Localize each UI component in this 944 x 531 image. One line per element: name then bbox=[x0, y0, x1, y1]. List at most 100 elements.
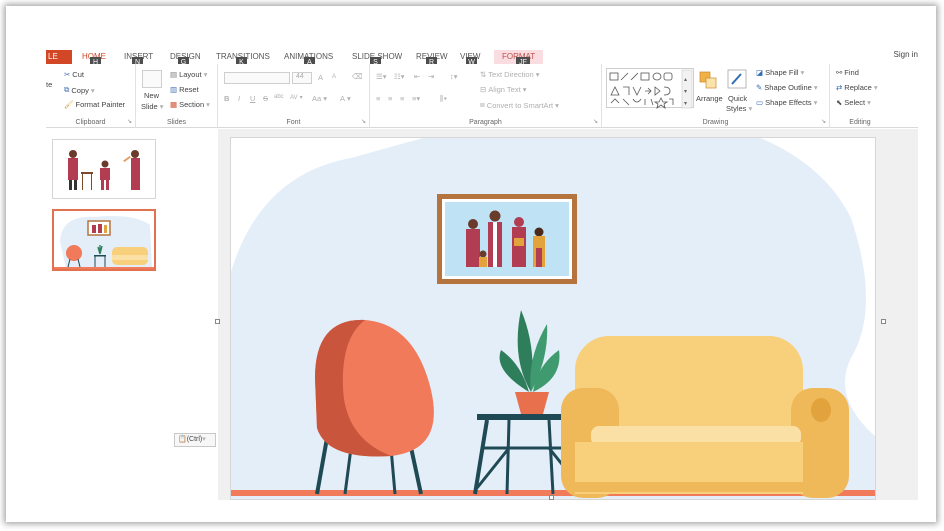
slide-thumbnail-1[interactable] bbox=[52, 139, 156, 199]
slides-group-label: Slides bbox=[166, 119, 187, 126]
new-slide-dropdown[interactable]: Slide ▾ bbox=[141, 102, 163, 111]
numbering-button[interactable]: ☷▾ bbox=[394, 72, 405, 81]
shape-outline-button[interactable]: ✎ Shape Outline ▾ bbox=[756, 83, 818, 92]
paragraph-launcher-icon[interactable]: ↘ bbox=[593, 118, 598, 125]
shrink-font-button[interactable]: A bbox=[332, 74, 336, 80]
arrange-button[interactable]: Arrange bbox=[696, 94, 723, 103]
sign-in-link[interactable]: Sign in bbox=[894, 50, 918, 59]
quick-styles-button[interactable]: Quick bbox=[728, 94, 747, 103]
find-button[interactable]: ⚯ Find bbox=[836, 68, 859, 77]
new-slide-icon bbox=[142, 70, 162, 88]
paint-bucket-icon: ◪ bbox=[756, 68, 764, 77]
reset-icon: ▥ bbox=[170, 85, 178, 94]
slide-thumbnail-panel: 📋(Ctrl)▾ bbox=[46, 129, 218, 500]
group-slides: New Slide ▾ ▤ Layout ▾ ▥ Reset ▦ Section ▾ Sli… bbox=[136, 64, 218, 128]
powerpoint-window: LE HOME INSERT DESIGN TRANSITIONS ANIMAT… bbox=[46, 42, 918, 500]
font-name-box[interactable] bbox=[224, 72, 290, 84]
clear-formatting-icon[interactable]: ⌫ bbox=[352, 72, 363, 81]
quick-styles-icon bbox=[726, 68, 748, 90]
resize-handle-bottom[interactable] bbox=[549, 495, 554, 500]
align-left-button[interactable]: ≡ bbox=[376, 94, 380, 103]
new-slide-button[interactable]: New bbox=[144, 91, 159, 100]
shapes-gallery-icons: ▴ ▾ ▾ bbox=[609, 69, 693, 109]
slide-thumbnail-2[interactable] bbox=[52, 209, 156, 271]
convert-smartart-button[interactable]: ⧈ Convert to SmartArt ▾ bbox=[480, 100, 559, 110]
columns-button[interactable]: ⫼▾ bbox=[440, 94, 447, 104]
section-button[interactable]: ▦ Section ▾ bbox=[170, 100, 210, 109]
group-drawing: ▴ ▾ ▾ Arrange Quick Styles ▾ ◪ Shape Fill ▾ ✎… bbox=[602, 64, 830, 128]
binoculars-icon: ⚯ bbox=[836, 68, 843, 77]
increase-indent-button[interactable]: ⇥ bbox=[428, 72, 434, 81]
format-painter-button[interactable]: 🖌 Format Painter bbox=[64, 100, 125, 109]
align-text-icon: ⊟ bbox=[480, 85, 487, 94]
shape-effects-icon: ▭ bbox=[756, 98, 764, 107]
group-clipboard: te ✂ Cut ⧉ Copy ▾ 🖌 Format Painter Clipbo… bbox=[46, 64, 136, 128]
paste-options-button[interactable]: 📋(Ctrl)▾ bbox=[174, 433, 216, 447]
layout-icon: ▤ bbox=[170, 70, 178, 79]
align-center-button[interactable]: ≡ bbox=[388, 94, 392, 103]
resize-handle-left[interactable] bbox=[215, 319, 220, 324]
clipboard-icon: 📋 bbox=[178, 436, 187, 443]
drawing-group-label: Drawing bbox=[702, 119, 729, 126]
editing-group-label: Editing bbox=[849, 119, 871, 126]
italic-button[interactable]: I bbox=[238, 94, 240, 103]
align-right-button[interactable]: ≡ bbox=[400, 94, 404, 103]
paragraph-group-label: Paragraph bbox=[469, 119, 502, 126]
slide-edit-area bbox=[215, 129, 918, 500]
drawing-launcher-icon[interactable]: ↘ bbox=[821, 118, 826, 125]
select-button[interactable]: ⬉ Select ▾ bbox=[836, 98, 871, 107]
ribbon: te ✂ Cut ⧉ Copy ▾ 🖌 Format Painter Clipbo… bbox=[46, 64, 918, 128]
svg-text:▾: ▾ bbox=[684, 89, 687, 95]
underline-button[interactable]: U bbox=[250, 94, 255, 103]
photo-frame: LE HOME INSERT DESIGN TRANSITIONS ANIMAT… bbox=[6, 6, 936, 522]
bullets-button[interactable]: ☰▾ bbox=[376, 72, 387, 81]
pencil-icon: ✎ bbox=[756, 83, 763, 92]
layout-button[interactable]: ▤ Layout ▾ bbox=[170, 70, 207, 79]
quick-styles-dropdown[interactable]: Styles ▾ bbox=[726, 104, 752, 113]
line-spacing-button[interactable]: ↕▾ bbox=[450, 72, 458, 81]
strikethrough-button[interactable]: S bbox=[263, 94, 268, 103]
clipboard-launcher-icon[interactable]: ↘ bbox=[127, 118, 132, 125]
resize-handle-right[interactable] bbox=[881, 319, 886, 324]
group-font: 44 A A ⌫ B I U S abc AV ▾ Aa ▾ A ▾ Font ↘ bbox=[218, 64, 370, 128]
font-size-box[interactable]: 44 bbox=[292, 72, 312, 84]
group-paragraph: ☰▾ ☷▾ ⇤ ⇥ ↕▾ ≡ ≡ ≡ ≡▾ ⫼▾ ⇅ Text Direction… bbox=[370, 64, 602, 128]
svg-text:▴: ▴ bbox=[684, 77, 687, 83]
svg-text:▾: ▾ bbox=[684, 101, 687, 107]
char-spacing-button[interactable]: AV ▾ bbox=[290, 94, 303, 102]
shadow-button[interactable]: abc bbox=[274, 94, 284, 100]
cursor-icon: ⬉ bbox=[836, 98, 843, 107]
family-portrait-frame bbox=[437, 194, 577, 284]
clipboard-group-label: Clipboard bbox=[75, 119, 106, 126]
reset-button[interactable]: ▥ Reset bbox=[170, 85, 199, 94]
shape-fill-button[interactable]: ◪ Shape Fill ▾ bbox=[756, 68, 804, 77]
grow-font-button[interactable]: A bbox=[318, 73, 323, 82]
current-slide[interactable] bbox=[230, 137, 876, 500]
bold-button[interactable]: B bbox=[224, 94, 229, 103]
shape-effects-button[interactable]: ▭ Shape Effects ▾ bbox=[756, 98, 817, 107]
scissors-icon: ✂ bbox=[64, 70, 71, 79]
smartart-icon: ⧈ bbox=[480, 100, 485, 109]
replace-button[interactable]: ⇄ Replace ▾ bbox=[836, 83, 878, 92]
slide-2-preview bbox=[54, 211, 154, 269]
justify-button[interactable]: ≡▾ bbox=[412, 94, 420, 103]
font-group-label: Font bbox=[286, 119, 301, 126]
tab-file[interactable]: LE bbox=[46, 50, 72, 64]
slide-1-preview bbox=[53, 140, 155, 198]
paste-button[interactable]: te bbox=[46, 80, 52, 89]
cut-button[interactable]: ✂ Cut bbox=[64, 70, 84, 79]
change-case-button[interactable]: Aa ▾ bbox=[312, 94, 327, 103]
section-icon: ▦ bbox=[170, 100, 178, 109]
ribbon-tabs: LE HOME INSERT DESIGN TRANSITIONS ANIMAT… bbox=[46, 50, 918, 64]
group-editing: ⚯ Find ⇄ Replace ▾ ⬉ Select ▾ Editing bbox=[830, 64, 890, 128]
living-room-illustration bbox=[231, 138, 875, 499]
font-color-button[interactable]: A ▾ bbox=[340, 94, 351, 103]
copy-button[interactable]: ⧉ Copy ▾ bbox=[64, 85, 95, 95]
shapes-gallery[interactable]: ▴ ▾ ▾ bbox=[606, 68, 694, 109]
copy-icon: ⧉ bbox=[64, 85, 70, 94]
arrange-icon bbox=[698, 70, 718, 90]
decrease-indent-button[interactable]: ⇤ bbox=[414, 72, 420, 81]
align-text-button[interactable]: ⊟ Align Text ▾ bbox=[480, 85, 526, 94]
text-direction-button[interactable]: ⇅ Text Direction ▾ bbox=[480, 70, 540, 79]
font-launcher-icon[interactable]: ↘ bbox=[361, 118, 366, 125]
